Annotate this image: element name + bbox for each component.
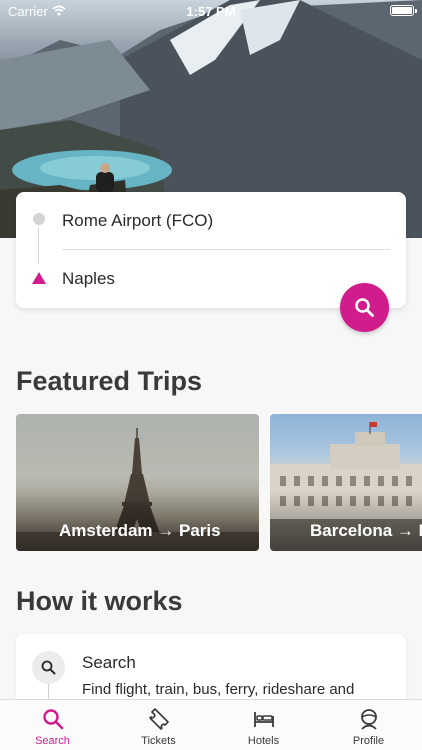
tab-tickets[interactable]: Tickets — [106, 700, 211, 750]
trip-card-amsterdam-paris[interactable]: Amsterdam → Paris — [16, 414, 259, 551]
origin-field[interactable]: Rome Airport (FCO) — [62, 211, 213, 231]
featured-trips-heading: Featured Trips — [16, 366, 203, 396]
step-icon-wrapper — [32, 651, 65, 684]
status-bar: Carrier 1:57 PM — [0, 0, 422, 22]
origin-dot-icon — [33, 213, 45, 225]
step-title: Search — [82, 653, 136, 672]
search-icon — [355, 298, 374, 317]
tab-label: Profile — [352, 735, 385, 747]
route-connector — [38, 228, 39, 264]
step-description: Find flight, train, bus, ferry, rideshar… — [82, 681, 355, 698]
tab-bar: Search Tickets Hotels Profile — [0, 699, 422, 750]
clock: 1:57 PM — [186, 4, 236, 19]
trip-card-barcelona[interactable]: Barcelona → M — [270, 414, 422, 551]
search-icon — [43, 709, 64, 730]
tab-profile[interactable]: Profile — [316, 700, 421, 750]
tab-label: Tickets — [141, 735, 176, 747]
bed-icon — [254, 712, 274, 727]
tab-label: Hotels — [247, 735, 280, 747]
destination-marker-icon — [32, 272, 46, 284]
search-icon — [41, 660, 56, 675]
destination-field[interactable]: Naples — [62, 269, 115, 289]
trip-card-label: Barcelona → M — [310, 521, 422, 540]
how-it-works-heading: How it works — [16, 586, 183, 616]
person-icon — [361, 709, 377, 730]
tab-label: Search — [35, 735, 70, 747]
search-button[interactable] — [340, 283, 389, 332]
tab-hotels[interactable]: Hotels — [211, 700, 316, 750]
field-divider — [62, 249, 390, 250]
battery-icon — [390, 5, 417, 16]
trip-card-label: Amsterdam → Paris — [59, 521, 221, 540]
ticket-icon — [149, 708, 169, 730]
tab-search[interactable]: Search — [0, 700, 105, 750]
